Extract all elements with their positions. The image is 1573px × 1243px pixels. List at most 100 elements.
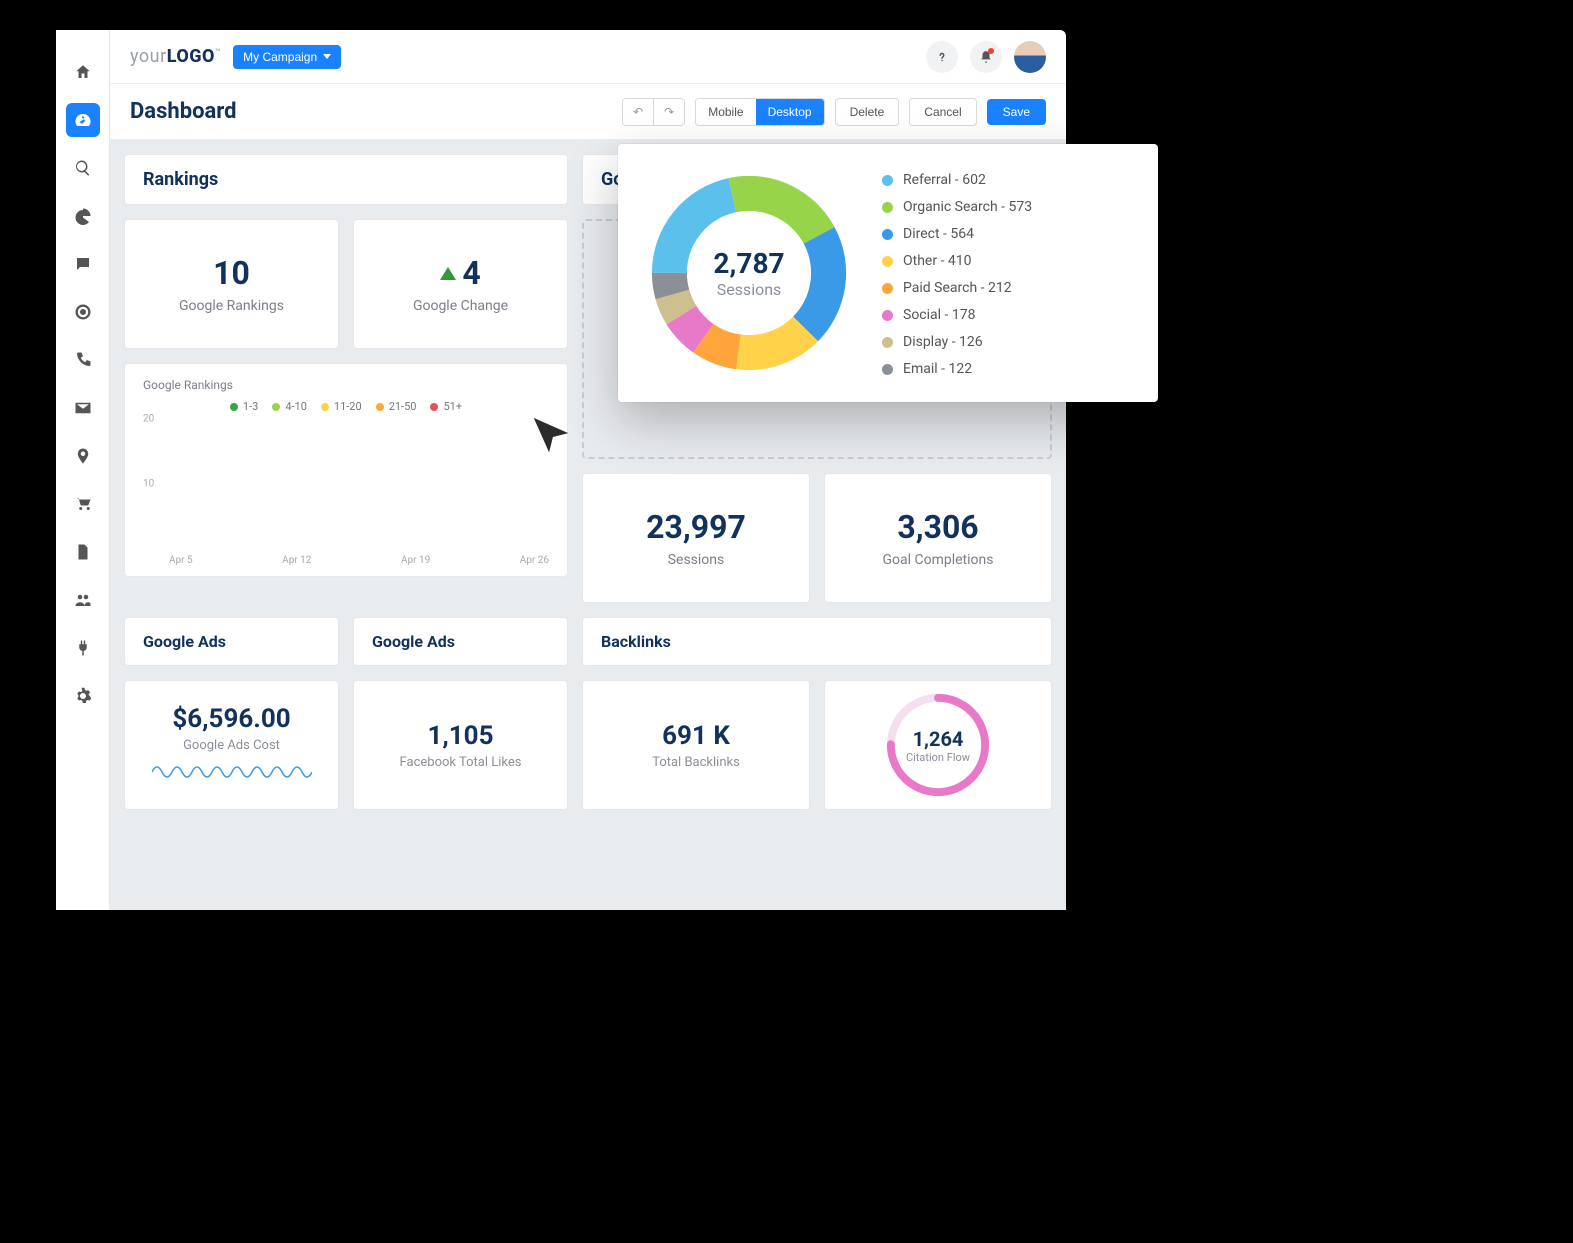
page-header: Dashboard ↶ ↷ Mobile Desktop Delete Canc…	[110, 84, 1066, 140]
sessions-card[interactable]: 23,997 Sessions	[582, 473, 810, 603]
citation-value: 1,264	[913, 727, 964, 751]
delete-button[interactable]: Delete	[835, 98, 900, 126]
sidebar-item-files[interactable]	[56, 528, 110, 576]
pin-icon	[74, 447, 92, 465]
sessions-value: 23,997	[646, 508, 746, 546]
sidebar-item-places[interactable]	[56, 432, 110, 480]
goals-value: 3,306	[897, 508, 978, 546]
donut-label: Sessions	[717, 280, 782, 299]
total-backlinks-card[interactable]: 691 K Total Backlinks	[582, 680, 810, 810]
rankings-chart-title: Google Rankings	[143, 378, 549, 392]
sidebar-item-integrations[interactable]	[56, 624, 110, 672]
x-tick: Apr 12	[282, 555, 311, 566]
mobile-toggle[interactable]: Mobile	[696, 99, 755, 125]
sidebar-item-search[interactable]	[56, 144, 110, 192]
chevron-down-icon	[323, 54, 331, 59]
sidebar-item-home[interactable]	[56, 48, 110, 96]
cancel-button[interactable]: Cancel	[909, 98, 976, 126]
legend-item: Social - 178	[882, 307, 1032, 323]
google-ads-header-2: Google Ads	[353, 617, 568, 666]
sidebar-item-calls[interactable]	[56, 336, 110, 384]
legend-item: 51+	[443, 400, 462, 413]
sparkline-icon	[152, 757, 312, 787]
notification-dot-icon	[988, 48, 994, 54]
analytics-panel: Google Analytics 2,787 Sessions Referral…	[582, 154, 1052, 603]
logo-tm: ™	[215, 48, 221, 58]
search-icon	[74, 159, 92, 177]
pie-icon	[74, 207, 92, 225]
y-tick-20: 20	[143, 414, 154, 425]
google-rankings-card[interactable]: 10 Google Rankings	[124, 219, 339, 349]
google-change-value: 4	[440, 254, 480, 292]
redo-button[interactable]: ↷	[654, 99, 684, 125]
y-tick-10: 10	[143, 479, 154, 490]
backlinks-label: Total Backlinks	[652, 755, 740, 770]
backlinks-value: 691 K	[662, 721, 730, 751]
google-rankings-label: Google Rankings	[179, 298, 284, 314]
file-icon	[74, 543, 92, 561]
sidebar-item-email[interactable]	[56, 384, 110, 432]
gear-icon	[74, 687, 92, 705]
history-group: ↶ ↷	[622, 98, 685, 126]
users-icon	[74, 591, 92, 609]
gauge-icon	[74, 111, 92, 129]
desktop-toggle[interactable]: Desktop	[756, 99, 824, 125]
logo-light: your	[130, 46, 167, 67]
google-change-card[interactable]: 4 Google Change	[353, 219, 568, 349]
rankings-legend: 1-34-1011-2021-5051+	[143, 400, 549, 413]
legend-item: Referral - 602	[882, 172, 1032, 188]
save-button[interactable]: Save	[987, 99, 1046, 125]
legend-item: 4-10	[285, 400, 307, 413]
google-change-label: Google Change	[413, 298, 508, 314]
topbar: yourLOGO™ My Campaign	[110, 30, 1066, 84]
legend-item: Display - 126	[882, 334, 1032, 350]
fb-likes-label: Facebook Total Likes	[400, 755, 522, 770]
goal-completions-card[interactable]: 3,306 Goal Completions	[824, 473, 1052, 603]
legend-item: Direct - 564	[882, 226, 1032, 242]
sessions-donut-popover[interactable]: 2,787 Sessions Referral - 602 Organic Sea…	[618, 144, 1158, 402]
sidebar-item-users[interactable]	[56, 576, 110, 624]
rankings-panel: Rankings 10 Google Rankings 4 Google Cha…	[124, 154, 568, 603]
caret-up-icon	[440, 267, 456, 280]
viewport-group: Mobile Desktop	[695, 98, 824, 126]
logo-bold: LOGO	[167, 46, 215, 67]
avatar[interactable]	[1014, 41, 1046, 73]
google-ads-cost-card[interactable]: $6,596.00 Google Ads Cost	[124, 680, 339, 810]
sidebar-item-target[interactable]	[56, 288, 110, 336]
notifications-button[interactable]	[970, 41, 1002, 73]
donut-legend: Referral - 602 Organic Search - 573 Direct…	[882, 168, 1032, 378]
sidebar-item-cart[interactable]	[56, 480, 110, 528]
legend-item: Paid Search - 212	[882, 280, 1032, 296]
plug-icon	[74, 639, 92, 657]
app-window: yourLOGO™ My Campaign Dashboard ↶ ↷ Mobi…	[56, 30, 1066, 910]
goals-label: Goal Completions	[882, 552, 993, 568]
backlinks-header: Backlinks	[582, 617, 1052, 666]
ads-cost-label: Google Ads Cost	[183, 738, 280, 753]
sidebar	[56, 30, 110, 910]
legend-item: 21-50	[389, 400, 417, 413]
help-button[interactable]	[926, 41, 958, 73]
sidebar-item-dashboard[interactable]	[56, 96, 110, 144]
sidebar-item-chat[interactable]	[56, 240, 110, 288]
citation-flow-card[interactable]: 1,264 Citation Flow	[824, 680, 1052, 810]
campaign-select-label: My Campaign	[243, 50, 317, 64]
target-icon	[74, 303, 92, 321]
home-icon	[74, 63, 92, 81]
facebook-likes-card[interactable]: 1,105 Facebook Total Likes	[353, 680, 568, 810]
donut-chart: 2,787 Sessions	[644, 168, 854, 378]
campaign-select[interactable]: My Campaign	[233, 45, 341, 69]
undo-button[interactable]: ↶	[623, 99, 653, 125]
logo: yourLOGO™	[130, 46, 221, 67]
sidebar-item-reports[interactable]	[56, 192, 110, 240]
ads-cost-value: $6,596.00	[172, 704, 290, 734]
rankings-chart-card[interactable]: Google Rankings 1-34-1011-2021-5051+ 20 …	[124, 363, 568, 577]
sidebar-item-settings[interactable]	[56, 672, 110, 720]
x-tick: Apr 5	[169, 555, 193, 566]
mail-icon	[74, 399, 92, 417]
legend-item: 1-3	[243, 400, 258, 413]
main: yourLOGO™ My Campaign Dashboard ↶ ↷ Mobi…	[110, 30, 1066, 910]
legend-item: Organic Search - 573	[882, 199, 1032, 215]
x-tick: Apr 26	[520, 555, 549, 566]
legend-item: Email - 122	[882, 361, 1032, 377]
help-icon	[935, 50, 949, 64]
